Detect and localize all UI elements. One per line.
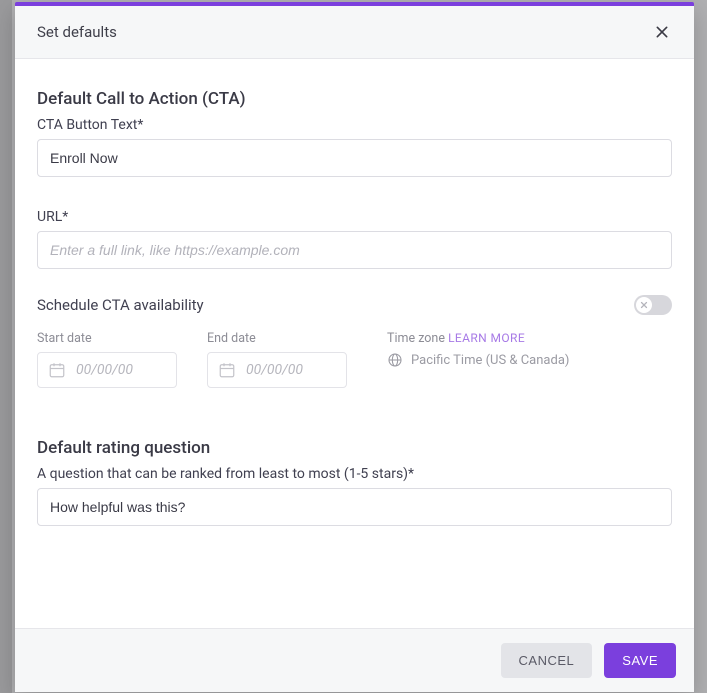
cta-button-text-input[interactable] — [37, 139, 672, 177]
globe-icon — [387, 352, 403, 368]
modal-body: Default Call to Action (CTA) CTA Button … — [15, 59, 694, 628]
schedule-label: Schedule CTA availability — [37, 296, 204, 314]
learn-more-link[interactable]: LEARN MORE — [448, 331, 525, 345]
cancel-button[interactable]: CANCEL — [501, 643, 593, 678]
schedule-toggle[interactable] — [634, 295, 672, 315]
modal-footer: CANCEL SAVE — [15, 628, 694, 692]
end-date-placeholder: 00/00/00 — [246, 362, 303, 378]
end-date-label: End date — [207, 331, 347, 346]
timezone-value: Pacific Time (US & Canada) — [411, 353, 569, 368]
calendar-icon — [218, 361, 236, 379]
rating-sublabel: A question that can be ranked from least… — [37, 466, 672, 482]
toggle-knob — [636, 297, 652, 313]
set-defaults-modal: Set defaults Default Call to Action (CTA… — [15, 2, 694, 692]
start-date-placeholder: 00/00/00 — [76, 362, 133, 378]
cta-button-text-label: CTA Button Text* — [37, 117, 672, 133]
rating-question-input[interactable] — [37, 488, 672, 526]
cta-url-label: URL* — [37, 209, 672, 225]
start-date-input[interactable]: 00/00/00 — [37, 352, 177, 388]
timezone-label: Time zone — [387, 331, 445, 346]
modal-title: Set defaults — [37, 23, 117, 41]
close-icon — [654, 24, 670, 40]
start-date-label: Start date — [37, 331, 177, 346]
calendar-icon — [48, 361, 66, 379]
cta-section-title: Default Call to Action (CTA) — [37, 89, 672, 109]
end-date-input[interactable]: 00/00/00 — [207, 352, 347, 388]
close-button[interactable] — [652, 22, 672, 42]
cta-url-input[interactable] — [37, 231, 672, 269]
modal-header: Set defaults — [15, 6, 694, 59]
toggle-off-icon — [639, 300, 649, 310]
rating-section-title: Default rating question — [37, 438, 672, 458]
save-button[interactable]: SAVE — [604, 643, 676, 678]
